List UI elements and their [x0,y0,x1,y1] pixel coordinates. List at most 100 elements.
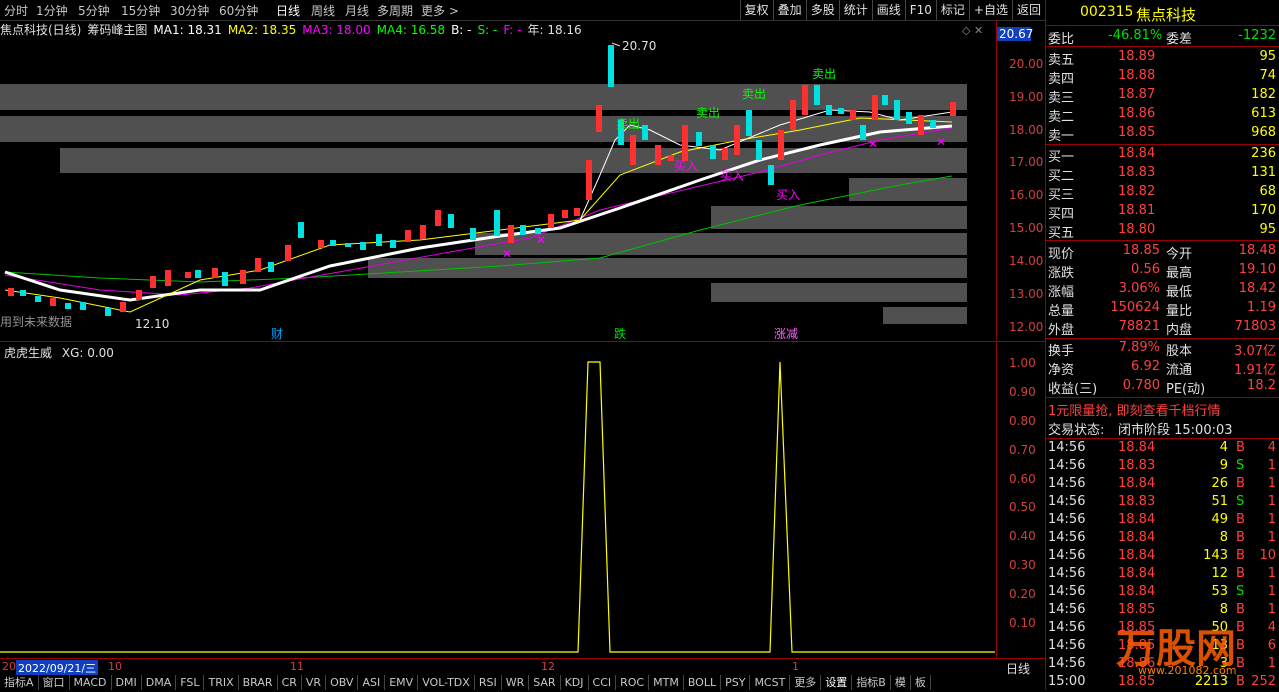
indicator-tab[interactable]: VOL-TDX [418,675,475,690]
period-tab-60min[interactable]: 60分钟 [219,2,258,19]
bid-row[interactable]: 买三 18.82 68 [1046,184,1279,203]
sell-marker: 卖出 [616,117,640,131]
sell-marker: 卖出 [812,67,836,81]
indicator-tab[interactable]: WR [502,675,530,690]
indicator-tab[interactable]: 指标B [852,675,891,690]
trade-time: 14:56 [1048,656,1086,671]
candlestick-chart[interactable]: 卖出 卖出 卖出 卖出 买入 买入 买入 ✕ ✕ ✕ ✕ 20.70 12.10… [0,38,995,340]
indicator-tab[interactable]: VR [302,675,327,690]
ask-row[interactable]: 卖一 18.85 968 [1046,125,1279,144]
stat-label: 涨幅 [1048,285,1075,300]
bid-row[interactable]: 买一 18.84 236 [1046,146,1279,165]
indicator-tab[interactable]: OBV [326,675,359,690]
indicator-tab[interactable]: SAR [529,675,561,690]
stats-button[interactable]: 统计 [838,0,872,20]
bid-row[interactable]: 买二 18.83 131 [1046,165,1279,184]
trade-volume: 8 [1219,530,1228,545]
indicator-tab[interactable]: ROC [616,675,650,690]
ma4-value: MA4: 16.58 [376,23,446,37]
indicator-tab[interactable]: MACD [70,675,112,690]
trade-volume: 51 [1211,494,1228,509]
low-price-label: 12.10 [135,317,169,331]
stat-value: 0.56 [1131,262,1160,277]
ask-volume: 613 [1251,106,1276,121]
bid-volume: 170 [1251,203,1276,218]
indicator-tab[interactable]: EMV [385,675,419,690]
future-data-label: 用到未来数据 [0,314,72,329]
indicator-tab[interactable]: FSL [176,675,205,690]
indicator-tab[interactable]: BOLL [684,675,722,690]
indicator-tab[interactable]: KDJ [561,675,589,690]
indicator-name[interactable]: 筹码峰主图 [87,23,147,37]
bid-row[interactable]: 买五 18.80 95 [1046,222,1279,241]
trade-direction: B [1236,476,1245,491]
overlay-button[interactable]: 叠加 [772,0,806,20]
multi-stock-button[interactable]: 多股 [805,0,839,20]
weibi-value: -46.81% [1108,28,1163,43]
stat-label: PE(动) [1166,382,1206,397]
chip-peak-bars [0,84,967,324]
f10-button[interactable]: F10 [904,0,936,20]
indicator-chart[interactable] [0,342,995,658]
add-watchlist-button[interactable]: +自选 [968,0,1012,20]
period-tab-15min[interactable]: 15分钟 [121,2,160,19]
ask-row[interactable]: 卖三 18.87 182 [1046,87,1279,106]
indicator-tab[interactable]: CR [278,675,302,690]
indicator-tick: 0.70 [1009,443,1036,457]
indicator-tab[interactable]: RSI [475,675,502,690]
period-tab-30min[interactable]: 30分钟 [170,2,209,19]
period-tab-more[interactable]: 更多 > [421,2,459,19]
trade-direction: B [1236,602,1245,617]
indicator-title[interactable]: 虎虎生威 [4,346,52,360]
stat-value: 19.10 [1238,262,1276,277]
period-tab-fenshi[interactable]: 分时 [4,2,28,19]
indicator-tab[interactable]: 指标A [0,675,39,690]
trade-price: 18.83 [1118,494,1156,509]
trade-row: 14:56 18.84 4 B 4 [1046,440,1279,458]
ask-row[interactable]: 卖五 18.89 95 [1046,49,1279,68]
trade-direction: S [1236,494,1245,509]
indicator-tab[interactable]: 更多 [790,675,822,690]
ask-price: 18.86 [1118,106,1156,121]
indicator-tab[interactable]: DMI [112,675,142,690]
back-button[interactable]: 返回 [1011,0,1045,20]
mark-button[interactable]: 标记 [935,0,969,20]
indicator-tab[interactable]: 设置 [821,675,853,690]
indicator-tab[interactable]: CCI [589,675,617,690]
period-tab-1min[interactable]: 1分钟 [36,2,68,19]
indicator-tab[interactable]: MTM [649,675,684,690]
draw-line-button[interactable]: 画线 [871,0,905,20]
stat-label: 内盘 [1166,323,1193,338]
period-tab-multi[interactable]: 多周期 [377,2,413,19]
period-tab-weekly[interactable]: 周线 [311,2,335,19]
fuquan-button[interactable]: 复权 [739,0,773,20]
price-tick: 12.00 [1009,320,1044,334]
period-tab-5min[interactable]: 5分钟 [78,2,110,19]
indicator-tab[interactable]: 窗口 [39,675,70,690]
trade-time: 14:56 [1048,548,1086,563]
ask-row[interactable]: 卖二 18.86 613 [1046,106,1279,125]
indicator-tab[interactable]: DMA [142,675,177,690]
collapse-icon[interactable]: ◇ ✕ [962,24,983,37]
trade-volume: 26 [1211,476,1228,491]
indicator-tab[interactable]: PSY [721,675,751,690]
level2-ad[interactable]: 1元限量抢, 即刻查看千档行情 [1046,400,1279,419]
bid-row[interactable]: 买四 18.81 170 [1046,203,1279,222]
ask-volume: 182 [1251,87,1276,102]
indicator-tab[interactable]: 板 [911,675,931,690]
ask-row[interactable]: 卖四 18.88 74 [1046,68,1279,87]
indicator-tab[interactable]: BRAR [239,675,278,690]
period-tab-monthly[interactable]: 月线 [345,2,369,19]
indicator-tab[interactable]: 模 [891,675,911,690]
period-tab-daily[interactable]: 日线 [276,2,300,19]
stock-code: 002315 [1080,4,1134,20]
bid-price: 18.80 [1118,222,1156,237]
indicator-tab[interactable]: TRIX [204,675,239,690]
buy-marker: ✕ [936,135,946,149]
indicator-tab[interactable]: MCST [750,675,791,690]
trade-time: 14:56 [1048,566,1086,581]
quote-stat-row: 现价 18.85 今开 18.48 [1046,243,1279,262]
stat-label: 最高 [1166,266,1193,281]
indicator-tab[interactable]: ASI [358,675,386,690]
bid-price: 18.84 [1118,146,1156,161]
